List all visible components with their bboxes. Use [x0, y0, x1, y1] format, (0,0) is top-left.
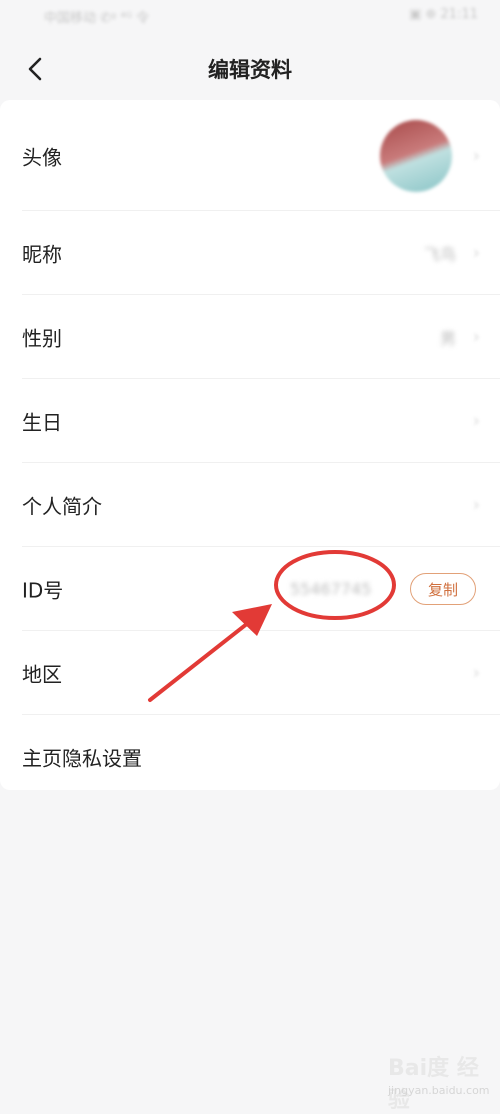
row-label: 地区	[22, 662, 62, 687]
status-right: ▣ ⊕ 21:11	[409, 7, 478, 22]
row-avatar[interactable]: 头像 ›	[0, 100, 500, 211]
profile-card: 头像 › 昵称 飞鸟 › 性别 男 › 生日 › 个人简介 › ID号 5546…	[0, 100, 500, 790]
row-birthday[interactable]: 生日 ›	[0, 379, 500, 463]
copy-button[interactable]: 复制	[410, 573, 476, 605]
gender-value: 男	[439, 329, 456, 348]
chevron-right-icon: ›	[472, 494, 480, 516]
row-label: ID号	[22, 578, 64, 603]
page-title: 编辑资料	[208, 58, 292, 82]
status-bar: 中国移动 ✆ᵍ ⁴ᴳ 令 ▣ ⊕ 21:11	[0, 0, 500, 40]
nickname-value: 飞鸟	[423, 245, 456, 264]
chevron-right-icon: ›	[472, 145, 480, 166]
row-label: 性别	[22, 326, 62, 351]
row-nickname[interactable]: 昵称 飞鸟 ›	[0, 211, 500, 295]
row-gender[interactable]: 性别 男 ›	[0, 295, 500, 379]
chevron-right-icon: ›	[472, 662, 480, 684]
row-label: 主页隐私设置	[22, 746, 142, 771]
row-id: ID号 55467745 复制	[0, 547, 500, 631]
status-left: 中国移动 ✆ᵍ ⁴ᴳ 令	[44, 11, 150, 26]
row-label: 生日	[22, 410, 62, 435]
avatar[interactable]	[380, 120, 452, 192]
row-region[interactable]: 地区 ›	[0, 631, 500, 715]
watermark: Bai度 经验 jingyan.baidu.com	[388, 1048, 490, 1113]
row-label: 头像	[22, 145, 62, 169]
row-label: 个人简介	[22, 494, 102, 519]
id-value: 55467745	[290, 579, 372, 599]
row-label: 昵称	[22, 242, 62, 267]
row-privacy[interactable]: 主页隐私设置	[0, 715, 500, 799]
navigation-bar: 编辑资料	[0, 40, 500, 98]
watermark-logo: Bai度 经验	[388, 1056, 479, 1113]
chevron-right-icon: ›	[472, 326, 480, 348]
watermark-url: jingyan.baidu.com	[388, 1084, 490, 1097]
row-bio[interactable]: 个人简介 ›	[0, 463, 500, 547]
chevron-right-icon: ›	[472, 410, 480, 432]
chevron-right-icon: ›	[472, 242, 480, 264]
